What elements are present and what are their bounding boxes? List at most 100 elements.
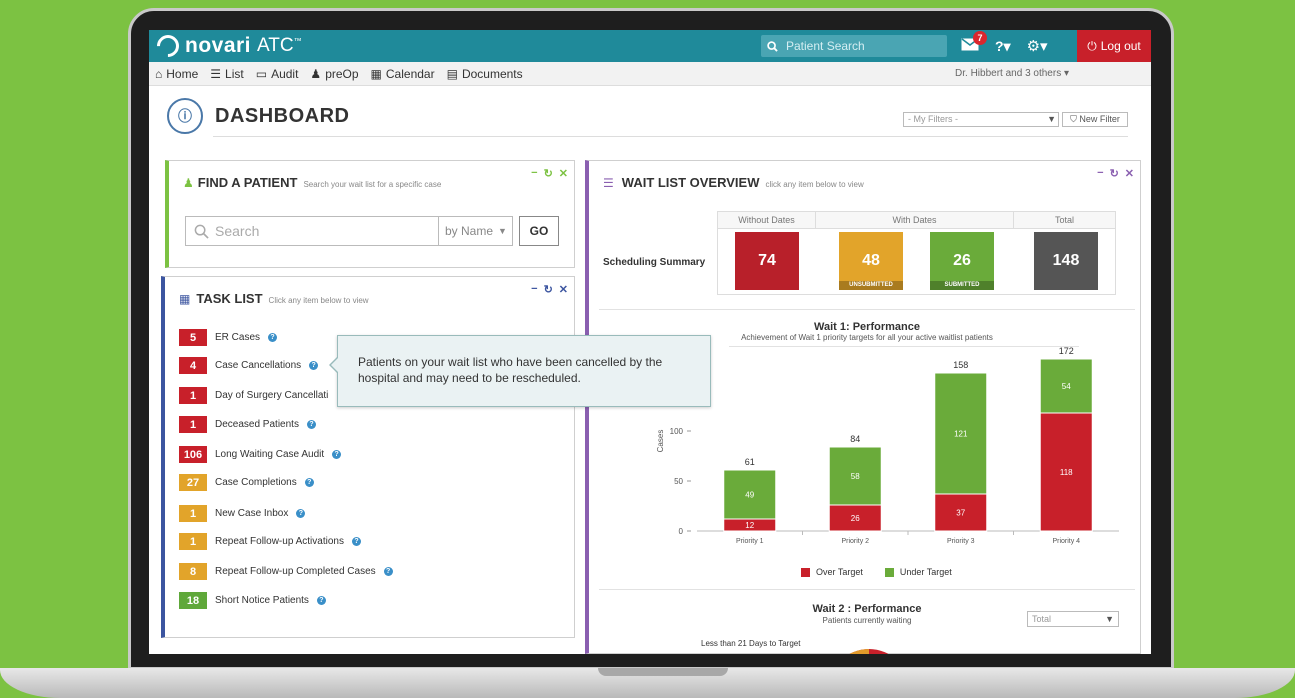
gear-icon[interactable]: ⚙▾ bbox=[1027, 37, 1048, 55]
legend-under-target[interactable]: Under Target bbox=[884, 567, 952, 577]
x-tick-label: Priority 3 bbox=[947, 538, 975, 545]
legend-swatch bbox=[884, 567, 894, 577]
task-count-badge: 8 bbox=[179, 563, 207, 580]
refresh-icon[interactable]: ↻ bbox=[544, 167, 553, 180]
x-tick-label: Priority 1 bbox=[736, 538, 764, 545]
mail-icon[interactable]: 7 bbox=[961, 31, 987, 54]
info-icon[interactable]: ? bbox=[309, 361, 319, 370]
bar-value-label: 49 bbox=[745, 491, 754, 500]
nav-preop[interactable]: ♟ preOp bbox=[310, 67, 358, 81]
task-list-item[interactable]: 1 Repeat Follow-up Activations? bbox=[179, 533, 361, 550]
search-icon bbox=[194, 224, 209, 239]
users-icon: ♟ bbox=[310, 66, 322, 81]
close-icon[interactable]: ✕ bbox=[559, 167, 568, 180]
task-list-panel: ▦ TASK LIST Click any item below to view… bbox=[161, 276, 575, 638]
nav-audit[interactable]: ▭ Audit bbox=[256, 67, 299, 81]
legend-swatch bbox=[801, 567, 810, 577]
info-icon[interactable]: ? bbox=[306, 420, 316, 429]
logo[interactable]: novari ATC™ bbox=[149, 30, 302, 62]
page-title: DASHBOARD bbox=[215, 104, 350, 127]
patient-search-input[interactable]: Patient Search bbox=[761, 35, 947, 57]
calendar-icon: ▦ bbox=[370, 66, 382, 81]
filter-icon: ⛉ bbox=[1070, 114, 1077, 124]
bar-value-label: 37 bbox=[956, 509, 965, 518]
nav-calendar-label: Calendar bbox=[385, 66, 435, 81]
task-list-item[interactable]: 1 Deceased Patients? bbox=[179, 416, 316, 433]
page-header: ⓘ DASHBOARD bbox=[167, 98, 350, 134]
my-filters-select[interactable]: - My Filters - ▼ bbox=[903, 112, 1059, 127]
go-button[interactable]: GO bbox=[519, 216, 559, 246]
patient-search-field[interactable]: Search bbox=[185, 216, 439, 246]
nav-home[interactable]: ⌂ Home bbox=[155, 67, 198, 81]
info-icon[interactable]: ? bbox=[316, 596, 326, 605]
task-count-badge: 4 bbox=[179, 357, 207, 374]
laptop-notch bbox=[598, 668, 728, 676]
user-icon: ♟ bbox=[183, 176, 194, 190]
power-icon: ⏻ bbox=[1087, 38, 1097, 53]
info-icon[interactable]: ? bbox=[351, 537, 361, 546]
info-icon[interactable]: ? bbox=[296, 509, 306, 518]
task-count-badge: 1 bbox=[179, 387, 207, 404]
task-list-subtitle: Click any item below to view bbox=[268, 296, 369, 305]
y-tick-label: 100 bbox=[670, 427, 684, 436]
logout-label: Log out bbox=[1100, 39, 1141, 53]
folder-icon: ▭ bbox=[255, 66, 268, 81]
search-by-select[interactable]: by Name ▼ bbox=[439, 216, 513, 246]
task-list-item[interactable]: 8 Repeat Follow-up Completed Cases? bbox=[179, 563, 393, 580]
legend-over-target[interactable]: Over Target bbox=[801, 567, 863, 577]
mail-count-badge: 7 bbox=[973, 31, 987, 45]
nav-list-label: List bbox=[225, 66, 244, 81]
my-filters-value: - My Filters - bbox=[908, 114, 958, 124]
task-list-item[interactable]: 106 Long Waiting Case Audit? bbox=[179, 446, 342, 463]
document-icon: ▤ bbox=[446, 66, 458, 81]
task-list-item[interactable]: 27 Case Completions? bbox=[179, 474, 314, 491]
user-menu[interactable]: Dr. Hibbert and 3 others ▾ bbox=[955, 68, 1069, 79]
nav-calendar[interactable]: ▦ Calendar bbox=[371, 67, 435, 81]
task-list-item[interactable]: 18 Short Notice Patients? bbox=[179, 592, 326, 609]
bar-total-label: 61 bbox=[745, 457, 755, 467]
task-tooltip: Patients on your wait list who have been… bbox=[329, 335, 711, 407]
chevron-down-icon: ▼ bbox=[1105, 614, 1114, 624]
info-icon[interactable]: ? bbox=[332, 450, 342, 459]
task-count-badge: 18 bbox=[179, 592, 207, 609]
task-label: Deceased Patients bbox=[215, 419, 299, 430]
info-icon[interactable]: ? bbox=[268, 333, 278, 342]
task-list-item[interactable]: 1 New Case Inbox? bbox=[179, 505, 306, 522]
task-label: Long Waiting Case Audit bbox=[215, 449, 325, 460]
task-count-badge: 1 bbox=[179, 533, 207, 550]
bar-value-label: 58 bbox=[851, 472, 860, 481]
chevron-down-icon: ▼ bbox=[1047, 114, 1056, 124]
info-icon[interactable]: ? bbox=[383, 567, 393, 576]
header-divider bbox=[213, 136, 1128, 137]
task-list-item[interactable]: 4 Case Cancellations? bbox=[179, 357, 319, 374]
tooltip-arrow bbox=[329, 356, 339, 374]
chart2-select[interactable]: Total ▼ bbox=[1027, 611, 1119, 627]
info-icon[interactable]: ? bbox=[304, 478, 314, 487]
task-list-item[interactable]: 5 ER Cases? bbox=[179, 329, 278, 346]
nav-documents[interactable]: ▤ Documents bbox=[447, 67, 523, 81]
logout-button[interactable]: ⏻ Log out bbox=[1077, 30, 1151, 62]
nav-list[interactable]: ☰ List bbox=[210, 67, 243, 81]
bar-total-label: 84 bbox=[850, 434, 860, 444]
find-patient-title: FIND A PATIENT bbox=[197, 175, 298, 190]
nav-audit-label: Audit bbox=[271, 66, 299, 81]
close-icon[interactable]: ✕ bbox=[559, 283, 568, 296]
refresh-icon[interactable]: ↻ bbox=[544, 283, 553, 296]
legend-label: Over Target bbox=[816, 567, 863, 577]
bar-value-label: 12 bbox=[745, 521, 754, 530]
home-icon: ⌂ bbox=[155, 66, 163, 81]
nav-home-label: Home bbox=[166, 66, 199, 81]
top-bar: novari ATC™ Patient Search 7 ?▾ ⚙▾ ⏻ Log… bbox=[149, 30, 1151, 62]
task-count-badge: 27 bbox=[179, 474, 207, 491]
task-list-item[interactable]: 1 Day of Surgery Cancellati bbox=[179, 387, 328, 404]
y-axis-label: Cases bbox=[656, 430, 665, 453]
new-filter-button[interactable]: ⛉ New Filter bbox=[1062, 112, 1128, 127]
minimize-icon[interactable]: − bbox=[531, 167, 537, 180]
gauge-chart bbox=[829, 649, 909, 654]
chart2-select-value: Total bbox=[1032, 614, 1052, 624]
help-icon[interactable]: ?▾ bbox=[995, 38, 1011, 55]
toolbar-icons: 7 ?▾ ⚙▾ bbox=[961, 30, 1048, 62]
nav-preop-label: preOp bbox=[325, 66, 359, 81]
task-count-badge: 106 bbox=[179, 446, 207, 463]
minimize-icon[interactable]: − bbox=[531, 283, 537, 296]
